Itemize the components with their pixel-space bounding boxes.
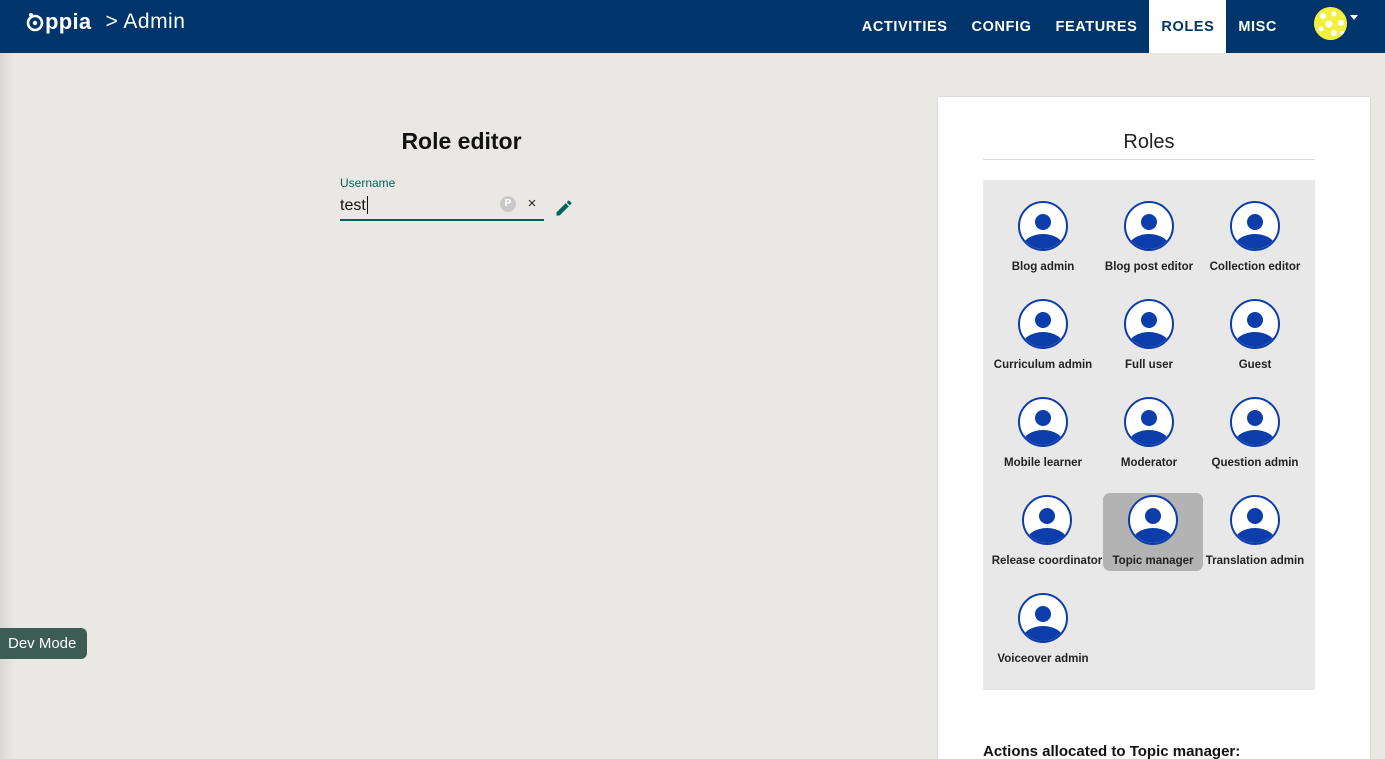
pencil-icon[interactable]	[554, 198, 574, 218]
role-topic-manager[interactable]: Topic manager	[1103, 493, 1203, 571]
role-label: Mobile learner	[1004, 457, 1082, 469]
role-label: Question admin	[1211, 457, 1299, 469]
oppia-logo-icon	[26, 13, 44, 32]
role-editor-title: Role editor	[401, 128, 522, 154]
role-mobile-learner[interactable]: Mobile learner	[993, 395, 1093, 473]
close-icon[interactable]: ×	[525, 196, 539, 212]
tab-roles[interactable]: ROLES	[1149, 0, 1227, 53]
user-icon	[1018, 593, 1068, 643]
user-icon	[1230, 201, 1280, 251]
breadcrumb: > Admin	[105, 10, 186, 33]
top-navbar: ppia > Admin ACTIVITIES CONFIG FEATURES …	[0, 0, 1385, 53]
roles-title: Roles	[1123, 131, 1175, 153]
role-label: Blog admin	[1011, 261, 1075, 273]
role-release-coordinator[interactable]: Release coordinator	[992, 493, 1102, 571]
dev-mode-badge[interactable]: Dev Mode	[0, 628, 87, 659]
user-icon	[1018, 201, 1068, 251]
divider	[983, 159, 1315, 160]
role-moderator[interactable]: Moderator	[1099, 395, 1199, 473]
username-label: Username	[340, 176, 396, 190]
oppia-logo[interactable]: ppia	[26, 9, 91, 35]
user-icon	[1124, 397, 1174, 447]
actions-heading: Actions allocated to Topic manager:	[983, 743, 1241, 759]
tab-misc[interactable]: MISC	[1226, 0, 1289, 53]
role-label: Blog post editor	[1104, 261, 1194, 273]
role-blog-admin[interactable]: Blog admin	[993, 199, 1093, 277]
user-icon	[1230, 397, 1280, 447]
role-blog-post-editor[interactable]: Blog post editor	[1099, 199, 1199, 277]
username-input[interactable]	[340, 195, 495, 217]
role-label: Collection editor	[1209, 261, 1301, 273]
role-question-admin[interactable]: Question admin	[1205, 395, 1305, 473]
profile-dropdown[interactable]	[1314, 7, 1358, 40]
role-guest[interactable]: Guest	[1205, 297, 1305, 375]
role-voiceover-admin[interactable]: Voiceover admin	[993, 591, 1093, 669]
role-label: Curriculum admin	[993, 359, 1093, 371]
admin-tabs: ACTIVITIES CONFIG FEATURES ROLES MISC	[850, 0, 1289, 53]
role-collection-editor[interactable]: Collection editor	[1205, 199, 1305, 277]
avatar	[1314, 7, 1347, 40]
brand: ppia > Admin	[26, 9, 185, 35]
role-translation-admin[interactable]: Translation admin	[1205, 493, 1305, 571]
roles-panel: Roles Blog admin Blog post editor Collec…	[938, 97, 1370, 759]
user-icon	[1018, 397, 1068, 447]
tab-config[interactable]: CONFIG	[960, 0, 1044, 53]
role-label: Moderator	[1120, 457, 1178, 469]
chevron-down-icon	[1350, 15, 1358, 20]
password-manager-icon[interactable]: P	[500, 196, 516, 212]
user-icon	[1230, 299, 1280, 349]
tab-features[interactable]: FEATURES	[1044, 0, 1150, 53]
user-icon	[1124, 299, 1174, 349]
user-icon	[1124, 201, 1174, 251]
user-icon	[1022, 495, 1072, 545]
username-field: Username P ×	[340, 175, 544, 222]
role-label: Guest	[1238, 359, 1272, 371]
role-label: Voiceover admin	[997, 653, 1089, 665]
tab-activities[interactable]: ACTIVITIES	[850, 0, 960, 53]
roles-grid: Blog admin Blog post editor Collection e…	[983, 180, 1315, 690]
role-label: Release coordinator	[991, 555, 1103, 567]
logo-text: ppia	[45, 9, 92, 34]
user-icon	[1018, 299, 1068, 349]
role-curriculum-admin[interactable]: Curriculum admin	[993, 297, 1093, 375]
text-cursor	[367, 196, 368, 214]
role-label: Full user	[1125, 359, 1173, 371]
role-full-user[interactable]: Full user	[1099, 297, 1199, 375]
input-underline	[340, 219, 544, 221]
user-icon	[1230, 495, 1280, 545]
user-icon	[1128, 495, 1178, 545]
role-label: Translation admin	[1205, 555, 1305, 567]
